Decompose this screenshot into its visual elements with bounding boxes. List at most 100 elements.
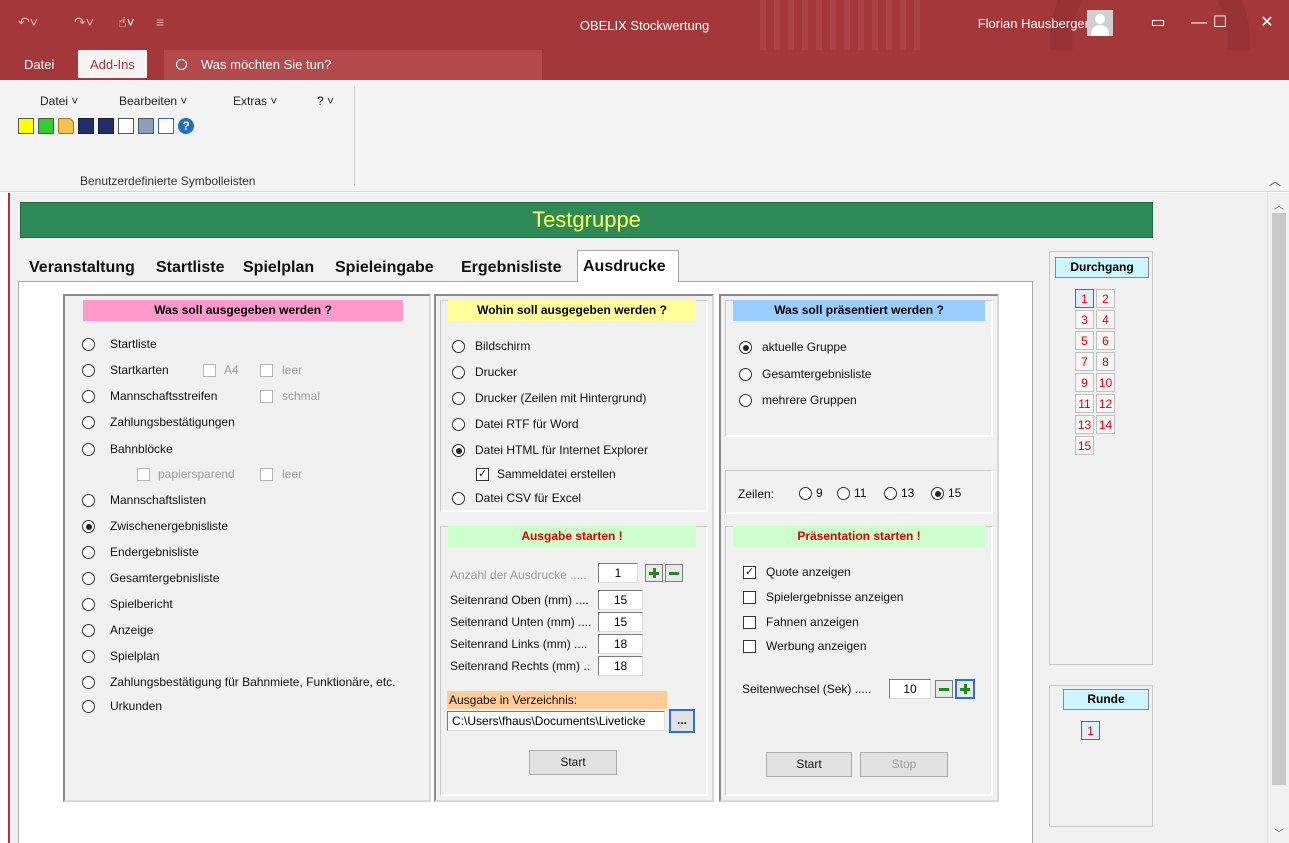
seitenwechsel-input[interactable]: 10 [889,679,931,699]
margin-top-input[interactable]: 15 [598,590,643,610]
presentation-start-button[interactable]: Start [766,752,852,777]
margin-left-input[interactable]: 18 [598,634,643,654]
output-start-button[interactable]: Start [529,750,617,775]
margin-right-input[interactable]: 18 [598,656,643,676]
tab-ergebnisliste[interactable]: Ergebnisliste [456,254,566,281]
durchgang-2[interactable]: 2 [1096,289,1115,308]
radio-urkunden[interactable] [82,700,95,713]
durchgang-11[interactable]: 11 [1075,394,1094,413]
anzahl-input[interactable]: 1 [598,563,638,583]
presentation-stop-button[interactable]: Stop [860,752,948,777]
save-icon[interactable] [78,118,94,134]
radio-datei-rtf[interactable] [452,418,465,431]
new-yellow-icon[interactable] [18,118,34,134]
durchgang-15[interactable]: 15 [1075,436,1094,455]
ribbon-tab-addins[interactable]: Add-Ins [78,50,147,80]
durchgang-13[interactable]: 13 [1075,415,1094,434]
maximize-icon[interactable]: ☐ [1205,10,1235,36]
check-spielergebnisse[interactable] [743,591,756,604]
durchgang-9[interactable]: 9 [1075,373,1094,392]
radio-mannschaftslisten[interactable] [82,494,95,507]
radio-zeilen-13[interactable] [884,487,897,500]
vertical-scrollbar[interactable]: ︿ ﹀ [1267,193,1289,843]
new-green-icon[interactable] [38,118,54,134]
menu-datei[interactable]: Datei ˅ [40,94,78,108]
check-leer[interactable] [260,364,273,377]
radio-drucker-hintergrund[interactable] [452,392,465,405]
radio-startkarten[interactable] [82,364,95,377]
check-fahnen[interactable] [743,616,756,629]
check-leer-bahnbloecke[interactable] [260,468,273,481]
radio-spielplan[interactable] [82,650,95,663]
durchgang-12[interactable]: 12 [1096,394,1115,413]
tab-veranstaltung[interactable]: Veranstaltung [24,254,140,281]
radio-datei-html[interactable] [452,444,465,457]
durchgang-14[interactable]: 14 [1096,415,1115,434]
radio-spielbericht[interactable] [82,598,95,611]
scroll-down-icon[interactable]: ﹀ [1268,825,1289,840]
radio-zahlungsbestaetigungen[interactable] [82,416,95,429]
radio-startliste[interactable] [82,338,95,351]
collapse-ribbon-icon[interactable]: ︿ [1269,172,1281,189]
scroll-thumb[interactable] [1272,213,1286,785]
browse-button[interactable]: ... [669,709,695,733]
check-schmal[interactable] [260,390,273,403]
print-icon[interactable] [138,118,154,134]
radio-zeilen-9[interactable] [799,487,812,500]
close-icon[interactable]: ✕ [1252,10,1282,36]
tab-spielplan[interactable]: Spielplan [238,254,319,281]
check-a4[interactable] [203,364,216,377]
durchgang-6[interactable]: 6 [1096,331,1115,350]
durchgang-5[interactable]: 5 [1075,331,1094,350]
radio-gesamtergebnisliste[interactable] [82,572,95,585]
durchgang-8[interactable]: 8 [1096,352,1115,371]
help-icon[interactable]: ? [178,118,194,134]
scroll-up-icon[interactable]: ︿ [1268,197,1289,212]
radio-bahnbloecke[interactable] [82,443,95,456]
radio-zwischenergebnisliste[interactable] [82,520,95,533]
ribbon-tab-datei[interactable]: Datei [12,50,66,80]
user-name[interactable]: Florian Hausberger [978,16,1089,31]
durchgang-3[interactable]: 3 [1075,310,1094,329]
radio-mehrere-gruppen[interactable] [739,394,752,407]
radio-zeilen-11[interactable] [837,487,850,500]
radio-bildschirm[interactable] [452,340,465,353]
check-werbung[interactable] [743,640,756,653]
durchgang-1[interactable]: 1 [1075,289,1094,308]
menu-help[interactable]: ? ˅ [317,94,334,108]
print-preview-icon[interactable] [118,118,134,134]
list-icon[interactable] [158,118,174,134]
tab-spieleingabe[interactable]: Spieleingabe [330,254,439,281]
check-papiersparend[interactable] [137,468,150,481]
durchgang-4[interactable]: 4 [1096,310,1115,329]
radio-endergebnisliste[interactable] [82,546,95,559]
durchgang-7[interactable]: 7 [1075,352,1094,371]
check-quote[interactable] [743,566,756,579]
radio-zeilen-15[interactable] [931,487,944,500]
ribbon-display-icon[interactable]: ▭ [1143,10,1173,36]
radio-zahlungsbestaetigung-bahnmiete[interactable] [82,676,95,689]
directory-input[interactable]: C:\Users\fhaus\Documents\Liveticke [447,711,665,731]
menu-bearbeiten[interactable]: Bearbeiten ˅ [119,94,187,108]
radio-aktuelle-gruppe[interactable] [739,341,752,354]
radio-gesamtergebnisliste-praes[interactable] [739,368,752,381]
radio-drucker[interactable] [452,366,465,379]
anzahl-plus-button[interactable] [645,564,663,582]
anzahl-minus-button[interactable] [665,564,683,582]
seitenwechsel-plus-button[interactable] [955,679,975,699]
menu-extras[interactable]: Extras ˅ [233,94,277,108]
check-sammeldatei[interactable] [476,468,489,481]
radio-anzeige[interactable] [82,624,95,637]
durchgang-10[interactable]: 10 [1096,373,1115,392]
runde-1[interactable]: 1 [1081,721,1100,740]
radio-datei-csv[interactable] [452,492,465,505]
save-as-icon[interactable] [98,118,114,134]
tab-startliste[interactable]: Startliste [151,254,229,281]
tab-ausdrucke[interactable]: Ausdrucke [577,250,679,282]
margin-bottom-input[interactable]: 15 [598,612,643,632]
radio-mannschaftsstreifen[interactable] [82,390,95,403]
open-folder-icon[interactable] [58,118,74,134]
tell-me-box[interactable]: Was möchten Sie tun? [164,50,542,80]
avatar[interactable] [1087,10,1113,36]
seitenwechsel-minus-button[interactable] [935,680,953,698]
